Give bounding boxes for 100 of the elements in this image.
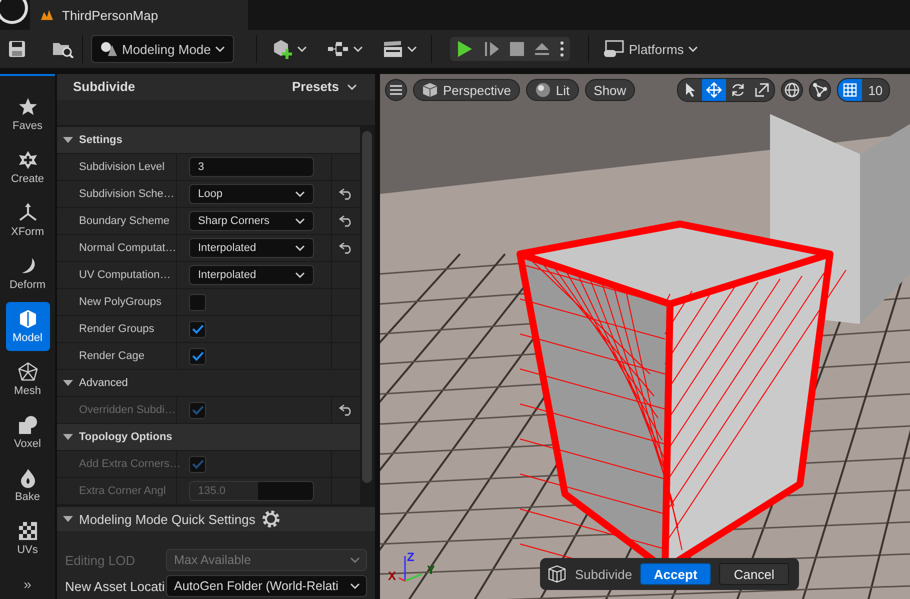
mode-button[interactable]: Model — [6, 302, 50, 351]
caret-icon — [295, 272, 305, 278]
more-icon[interactable] — [560, 41, 564, 57]
globe-icon — [784, 82, 800, 98]
caret-icon — [406, 46, 417, 52]
mode-button[interactable]: Bake — [6, 461, 50, 510]
slider-value: 135.0 — [197, 485, 226, 497]
caret-icon — [688, 46, 698, 52]
checkbox[interactable] — [189, 294, 206, 310]
quick-settings-header[interactable]: Modeling Mode Quick Settings — [57, 507, 375, 531]
move-icon — [706, 82, 722, 98]
axes-icon — [18, 203, 38, 223]
number-field[interactable]: 3 — [189, 157, 314, 177]
map-icon — [40, 9, 54, 21]
dropdown-field[interactable]: AutoGen Folder (World-Relati — [166, 575, 367, 597]
property-label: Extra Corner Angl — [57, 478, 177, 504]
property-label: Overridden Subdi… — [57, 397, 177, 423]
document-tab[interactable]: ThirdPersonMap — [30, 0, 248, 30]
wire-cube-icon — [547, 564, 567, 584]
checker-icon — [18, 521, 38, 541]
show-button[interactable]: Show — [584, 79, 636, 101]
star-plus-icon — [18, 150, 38, 170]
property-label: Subdivision Level — [57, 154, 177, 180]
mode-button[interactable]: Mesh — [6, 355, 50, 404]
checkmark-icon — [192, 405, 204, 415]
star-icon — [18, 97, 38, 117]
section-header[interactable]: Topology Options — [57, 424, 360, 451]
save-icon[interactable] — [8, 40, 26, 58]
checkmark-icon — [192, 351, 204, 361]
step-icon[interactable] — [484, 41, 500, 57]
expanded-triangle-icon — [63, 516, 73, 522]
reset-arrow-icon[interactable] — [339, 215, 353, 227]
checkmark-icon — [192, 459, 204, 469]
shapes-icon — [18, 415, 38, 435]
dropdown-field[interactable]: Interpolated — [189, 265, 314, 285]
property-label: Subdivision Sche… — [57, 181, 177, 207]
property-label: Render Groups — [57, 316, 177, 342]
checkbox[interactable] — [189, 320, 206, 338]
caret-icon — [350, 557, 360, 563]
axis-label: X — [388, 569, 396, 583]
hierarchy-icon — [326, 41, 349, 57]
sphere-icon — [534, 82, 551, 98]
caret-icon — [296, 46, 307, 52]
caret-icon — [295, 245, 305, 251]
clapperboard-icon — [382, 40, 403, 58]
mode-button[interactable]: Voxel — [6, 408, 50, 457]
expanded-triangle-icon — [63, 434, 73, 440]
grid-icon — [843, 83, 858, 97]
reset-arrow-icon[interactable] — [339, 242, 353, 254]
tab-label: ThirdPersonMap — [62, 8, 158, 22]
reset-arrow-icon[interactable] — [339, 188, 353, 200]
mode-button[interactable]: Faves — [6, 90, 50, 139]
mode-button[interactable]: UVs — [6, 514, 50, 563]
section-header[interactable]: Advanced — [57, 370, 360, 397]
tool-name: Subdivide — [575, 566, 632, 582]
dropdown-field[interactable]: Loop — [189, 184, 314, 204]
mode-button[interactable]: Deform — [6, 249, 50, 298]
rotate-icon — [730, 82, 746, 98]
caret-icon — [295, 218, 305, 224]
shapes-icon — [100, 41, 118, 57]
scale-icon — [754, 82, 770, 98]
caret-icon — [352, 46, 363, 52]
viewport-type-button[interactable]: Perspective — [413, 79, 520, 101]
pentagon-mesh-icon — [18, 362, 38, 382]
menu-icon — [390, 85, 402, 95]
checkbox[interactable] — [189, 348, 206, 364]
mode-dropdown[interactable]: Modeling Mode — [91, 35, 234, 63]
mode-button[interactable]: XForm — [6, 196, 50, 245]
panel-title: Subdivide — [73, 79, 136, 94]
stop-icon[interactable] — [510, 42, 524, 56]
property-label: Normal Computat… — [57, 235, 177, 261]
property-label: Add Extra Corners… — [57, 451, 177, 477]
section-header[interactable]: Settings — [57, 127, 360, 154]
mode-button[interactable]: Create — [6, 143, 50, 192]
presets-dropdown[interactable]: Presets — [286, 78, 363, 96]
dropdown-field[interactable]: Interpolated — [189, 238, 314, 258]
property-label: UV Computation… — [57, 262, 177, 288]
platforms-dropdown[interactable]: Platforms — [596, 36, 704, 62]
transform-tool-button[interactable] — [702, 79, 726, 101]
grid-snap-button[interactable] — [838, 79, 862, 101]
caret-icon — [295, 191, 305, 197]
dropdown-field[interactable]: Sharp Corners — [189, 211, 314, 231]
axis-label: Z — [407, 550, 414, 564]
caret-icon — [350, 583, 360, 589]
grid-size-value: 10 — [867, 82, 884, 100]
browse-icon[interactable] — [52, 40, 74, 58]
eject-icon[interactable] — [534, 42, 550, 56]
property-label: Boundary Scheme — [57, 208, 177, 234]
play-icon[interactable] — [456, 40, 474, 58]
gear-icon[interactable] — [261, 509, 282, 529]
accept-button[interactable]: Accept — [640, 563, 712, 585]
property-label: New PolyGroups — [57, 289, 177, 315]
view-mode-button[interactable]: Lit — [526, 79, 579, 101]
expand-button[interactable]: » — [18, 575, 38, 593]
scrollbar[interactable] — [362, 131, 372, 483]
hexagon-icon — [18, 309, 38, 329]
setting-label: Editing LOD — [65, 552, 136, 568]
cancel-button[interactable]: Cancel — [719, 563, 790, 585]
expanded-triangle-icon — [63, 137, 73, 143]
axis-label: Y — [427, 563, 436, 577]
